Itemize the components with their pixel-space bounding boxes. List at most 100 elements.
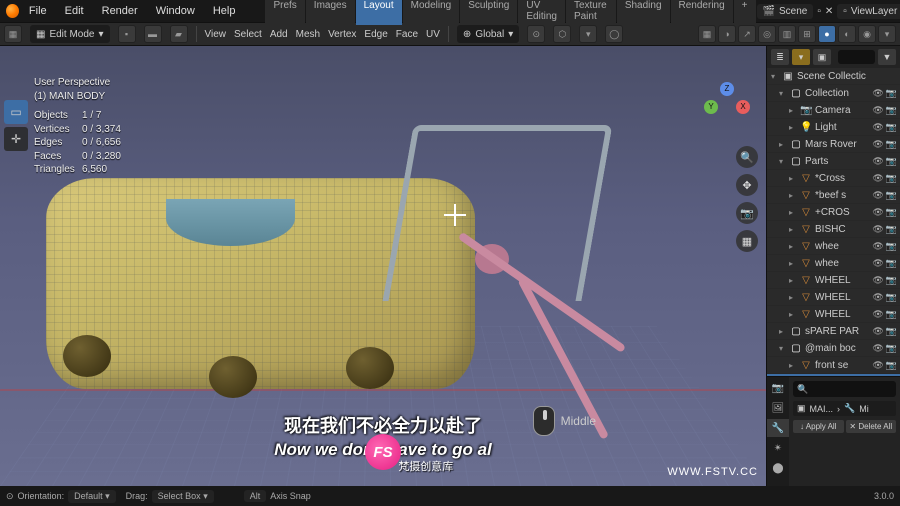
move-view-icon[interactable]: ✥ bbox=[736, 174, 758, 196]
ptab-physics-icon[interactable]: ⬤ bbox=[767, 459, 789, 477]
outliner-filter2-icon[interactable]: ▣ bbox=[813, 49, 831, 65]
eye-icon[interactable]: 👁 bbox=[872, 292, 883, 303]
tree-row[interactable]: ▸▽WHEEL👁📷 bbox=[767, 272, 900, 289]
properties-breadcrumb[interactable]: ▣MAI...› 🔧Mi bbox=[793, 401, 896, 416]
eye-icon[interactable]: 👁 bbox=[872, 360, 883, 371]
render-icon[interactable]: 📷 bbox=[886, 207, 897, 218]
eye-icon[interactable]: 👁 bbox=[872, 258, 883, 269]
ws-tab-add[interactable]: + bbox=[734, 0, 756, 25]
shading-solid-icon[interactable]: ● bbox=[818, 25, 836, 43]
status-drag[interactable]: Select Box ▾ bbox=[152, 490, 214, 503]
eye-icon[interactable]: 👁 bbox=[872, 173, 883, 184]
tree-row[interactable]: ▾▢@main boc👁📷 bbox=[767, 340, 900, 357]
hdr-uv[interactable]: UV bbox=[426, 29, 440, 40]
eye-icon[interactable]: 👁 bbox=[872, 326, 883, 337]
render-icon[interactable]: 📷 bbox=[886, 122, 897, 133]
eye-icon[interactable]: 👁 bbox=[872, 139, 883, 150]
gizmo-toggle-icon[interactable]: ↗ bbox=[738, 25, 756, 43]
eye-icon[interactable]: 👁 bbox=[872, 156, 883, 167]
transform-orientation[interactable]: ⊕ Global ▾ bbox=[457, 25, 519, 43]
shading-rendered-icon[interactable]: ◉ bbox=[858, 25, 876, 43]
tree-row[interactable]: ▸▽BISHC👁📷 bbox=[767, 221, 900, 238]
eye-icon[interactable]: 👁 bbox=[872, 207, 883, 218]
delete-all-button[interactable]: ✕ Delete All bbox=[846, 420, 897, 433]
mode-selector[interactable]: ▦ Edit Mode ▾ bbox=[30, 25, 110, 43]
render-icon[interactable]: 📷 bbox=[886, 139, 897, 150]
tree-row[interactable]: ▸💡Light👁📷 bbox=[767, 119, 900, 136]
ws-tab-uvediting[interactable]: UV Editing bbox=[518, 0, 565, 25]
hdr-select[interactable]: Select bbox=[234, 29, 262, 40]
outliner-filter-icon[interactable]: ▾ bbox=[792, 49, 810, 65]
hdr-add[interactable]: Add bbox=[270, 29, 288, 40]
tool-select-box[interactable]: ▭ bbox=[4, 100, 28, 124]
render-icon[interactable]: 📷 bbox=[886, 190, 897, 201]
shading-wireframe-icon[interactable]: ⊞ bbox=[798, 25, 816, 43]
render-icon[interactable]: 📷 bbox=[886, 258, 897, 269]
eye-icon[interactable]: 👁 bbox=[872, 343, 883, 354]
hdr-vertex[interactable]: Vertex bbox=[328, 29, 356, 40]
eye-icon[interactable]: 👁 bbox=[872, 275, 883, 286]
shading-options-icon[interactable]: ▾ bbox=[878, 25, 896, 43]
select-mode-vertex-icon[interactable]: ▪ bbox=[118, 25, 136, 43]
tree-row[interactable]: ▸▽*Cross👁📷 bbox=[767, 170, 900, 187]
snap-toggle-icon[interactable]: ⬡ bbox=[553, 25, 571, 43]
viewlayer-selector[interactable]: ▫ ViewLayer bbox=[837, 4, 900, 19]
zoom-icon[interactable]: 🔍 bbox=[736, 146, 758, 168]
eye-icon[interactable]: 👁 bbox=[872, 88, 883, 99]
shading-matprev-icon[interactable]: ◐ bbox=[838, 25, 856, 43]
overlays-toggle-icon[interactable]: ◎ bbox=[758, 25, 776, 43]
tree-row[interactable]: ▸📷Camera👁📷 bbox=[767, 102, 900, 119]
tree-row[interactable]: ▸▢sPARE PAR👁📷 bbox=[767, 323, 900, 340]
render-icon[interactable]: 📷 bbox=[886, 224, 897, 235]
gizmo-x-icon[interactable]: X bbox=[736, 100, 750, 114]
render-icon[interactable]: 📷 bbox=[886, 173, 897, 184]
eye-icon[interactable]: 👁 bbox=[872, 122, 883, 133]
render-icon[interactable]: 📷 bbox=[886, 343, 897, 354]
pivot-point-icon[interactable]: ⊙ bbox=[527, 25, 545, 43]
render-icon[interactable]: 📷 bbox=[886, 326, 897, 337]
render-icon[interactable]: 📷 bbox=[886, 292, 897, 303]
ptab-render-icon[interactable]: 📷 bbox=[767, 379, 789, 397]
eye-icon[interactable]: 👁 bbox=[872, 224, 883, 235]
menu-file[interactable]: File bbox=[21, 3, 55, 19]
tree-row[interactable]: ▾▢Collection👁📷 bbox=[767, 85, 900, 102]
editor-type-icon[interactable]: ▦ bbox=[4, 25, 22, 43]
tree-row[interactable]: ▸▽*beef s👁📷 bbox=[767, 187, 900, 204]
scene-selector[interactable]: 🎬 Scene bbox=[757, 4, 814, 19]
eye-icon[interactable]: 👁 bbox=[872, 105, 883, 116]
tool-cursor[interactable]: ✛ bbox=[4, 127, 28, 151]
ws-tab-layout[interactable]: Layout bbox=[356, 0, 402, 25]
camera-view-icon[interactable]: 📷 bbox=[736, 202, 758, 224]
ws-tab-images[interactable]: Images bbox=[306, 0, 355, 25]
eye-icon[interactable]: 👁 bbox=[872, 241, 883, 252]
ws-tab-prefs[interactable]: Prefs bbox=[265, 0, 304, 25]
hdr-edge[interactable]: Edge bbox=[364, 29, 387, 40]
ptab-output-icon[interactable]: 🖼 bbox=[767, 399, 789, 417]
tree-row[interactable]: ▸▽front se👁📷 bbox=[767, 357, 900, 374]
outliner-search-input[interactable] bbox=[838, 50, 875, 64]
scene-new-icon[interactable]: ▫ bbox=[817, 6, 821, 17]
mesh-edit-mode-icon[interactable]: ▦ bbox=[698, 25, 716, 43]
hdr-view[interactable]: View bbox=[205, 29, 227, 40]
ws-tab-modeling[interactable]: Modeling bbox=[403, 0, 460, 25]
tree-root[interactable]: ▾▣ Scene Collectic bbox=[767, 68, 900, 85]
tree-row[interactable]: ▾▢Parts👁📷 bbox=[767, 153, 900, 170]
ws-tab-texturepaint[interactable]: Texture Paint bbox=[566, 0, 616, 25]
tree-row[interactable]: ▸▽WHEEL👁📷 bbox=[767, 289, 900, 306]
ptab-modifier-icon[interactable]: 🔧 bbox=[767, 419, 789, 437]
persp-ortho-icon[interactable]: ▦ bbox=[736, 230, 758, 252]
render-icon[interactable]: 📷 bbox=[886, 156, 897, 167]
gizmo-y-icon[interactable]: Y bbox=[704, 100, 718, 114]
proportional-edit-icon[interactable]: ◯ bbox=[605, 25, 623, 43]
render-icon[interactable]: 📷 bbox=[886, 88, 897, 99]
3d-viewport[interactable]: ▭ ✛ User Perspective (1) MAIN BODY Objec… bbox=[0, 46, 766, 486]
apply-all-button[interactable]: ↓ Apply All bbox=[793, 420, 844, 433]
nav-gizmo[interactable]: Z Y X bbox=[702, 82, 752, 132]
menu-edit[interactable]: Edit bbox=[57, 3, 92, 19]
tree-row[interactable]: ▸▽WHEEL👁📷 bbox=[767, 306, 900, 323]
eye-icon[interactable]: 👁 bbox=[872, 309, 883, 320]
menu-help[interactable]: Help bbox=[205, 3, 244, 19]
tree-row[interactable]: ▸▽whee👁📷 bbox=[767, 238, 900, 255]
menu-window[interactable]: Window bbox=[148, 3, 203, 19]
eye-icon[interactable]: 👁 bbox=[872, 190, 883, 201]
